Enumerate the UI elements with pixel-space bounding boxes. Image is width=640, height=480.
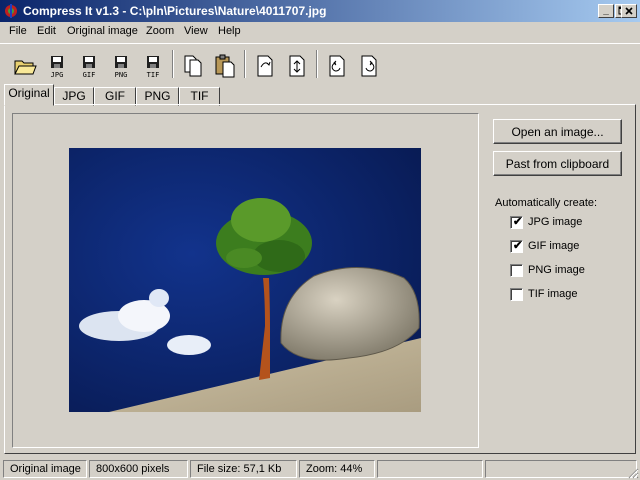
title-bar[interactable]: Compress It v1.3 - C:\pln\Pictures\Natur… bbox=[0, 0, 640, 22]
tab-strip: Original JPG GIF PNG TIF bbox=[0, 84, 640, 106]
save-jpg-label: JPG bbox=[51, 71, 64, 79]
resize-grip-icon[interactable] bbox=[627, 467, 639, 479]
menu-view[interactable]: View bbox=[184, 25, 208, 37]
save-jpg-icon: JPG bbox=[51, 56, 64, 79]
rotate-left-icon bbox=[329, 55, 345, 77]
flip-icon bbox=[257, 55, 273, 77]
status-empty-1 bbox=[377, 460, 483, 478]
paste-button[interactable] bbox=[212, 50, 238, 80]
paste-clipboard-button[interactable]: Past from clipboard bbox=[493, 151, 622, 176]
checkbox-tif-label: TIF image bbox=[528, 288, 578, 300]
auto-create-label: Automatically create: bbox=[495, 197, 598, 209]
toolbar-separator bbox=[244, 50, 246, 78]
rotate-right-icon bbox=[361, 55, 377, 77]
check-icon: ✔ bbox=[513, 240, 523, 252]
menu-edit[interactable]: Edit bbox=[37, 25, 56, 37]
toolbar-separator bbox=[316, 50, 318, 78]
save-png-icon: PNG bbox=[115, 56, 128, 79]
rotate-right-button[interactable] bbox=[356, 50, 382, 80]
checkbox-box[interactable]: ✔ bbox=[510, 240, 523, 253]
status-filesize: File size: 57,1 Kb bbox=[190, 460, 297, 478]
save-tif-label: TIF bbox=[147, 71, 160, 79]
close-icon bbox=[625, 7, 633, 15]
app-icon bbox=[5, 4, 17, 18]
checkbox-png-label: PNG image bbox=[528, 264, 585, 276]
open-button[interactable] bbox=[12, 50, 38, 80]
checkbox-box[interactable] bbox=[510, 288, 523, 301]
checkbox-jpg-label: JPG image bbox=[528, 216, 583, 228]
menu-zoom[interactable]: Zoom bbox=[146, 25, 174, 37]
menu-file[interactable]: File bbox=[9, 25, 27, 37]
rotate-left-button[interactable] bbox=[324, 50, 350, 80]
copy-button[interactable] bbox=[180, 50, 206, 80]
save-gif-icon: GIF bbox=[83, 56, 96, 79]
save-png-button[interactable]: PNG bbox=[108, 50, 134, 80]
save-gif-button[interactable]: GIF bbox=[76, 50, 102, 80]
minimize-button[interactable]: _ bbox=[598, 4, 614, 18]
tab-original[interactable]: Original bbox=[4, 84, 54, 106]
close-button[interactable] bbox=[621, 4, 637, 18]
status-zoom: Zoom: 44% bbox=[299, 460, 375, 478]
flip-alt-icon bbox=[289, 55, 305, 77]
check-icon: ✔ bbox=[513, 216, 523, 228]
save-jpg-button[interactable]: JPG bbox=[44, 50, 70, 80]
save-gif-label: GIF bbox=[83, 71, 96, 79]
flip-button[interactable] bbox=[252, 50, 278, 80]
image-preview[interactable] bbox=[69, 148, 421, 412]
open-folder-icon bbox=[14, 60, 37, 75]
menu-help[interactable]: Help bbox=[218, 25, 241, 37]
save-tif-icon: TIF bbox=[147, 56, 160, 79]
window-title: Compress It v1.3 - C:\pln\Pictures\Natur… bbox=[23, 4, 327, 18]
open-image-button[interactable]: Open an image... bbox=[493, 119, 622, 144]
status-source: Original image bbox=[3, 460, 87, 478]
menu-bar: File Edit Original image Zoom View Help bbox=[0, 22, 640, 42]
copy-icon bbox=[184, 55, 202, 77]
checkbox-box[interactable] bbox=[510, 264, 523, 277]
checkbox-gif-label: GIF image bbox=[528, 240, 580, 252]
status-empty-2 bbox=[485, 460, 637, 478]
flip-alt-button[interactable] bbox=[284, 50, 310, 80]
checkbox-box[interactable]: ✔ bbox=[510, 216, 523, 229]
toolbar: JPG GIF PNG TIF bbox=[0, 43, 640, 83]
status-bar: Original image 800x600 pixels File size:… bbox=[0, 458, 640, 480]
save-tif-button[interactable]: TIF bbox=[140, 50, 166, 80]
paste-icon bbox=[215, 54, 235, 78]
toolbar-separator bbox=[172, 50, 174, 78]
menu-original-image[interactable]: Original image bbox=[67, 25, 138, 37]
save-png-label: PNG bbox=[115, 71, 128, 79]
status-dimensions: 800x600 pixels bbox=[89, 460, 188, 478]
